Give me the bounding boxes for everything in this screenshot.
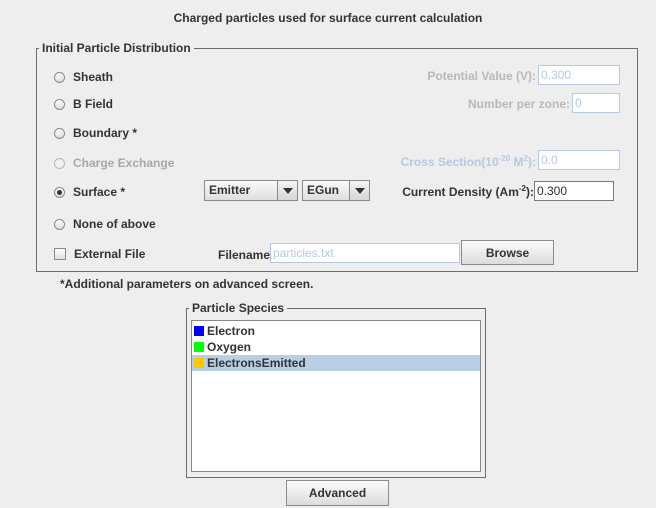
emitter-combo[interactable]: Emitter (204, 180, 298, 201)
radio-button-icon (54, 218, 65, 230)
radio-button-icon (54, 71, 65, 83)
radio-button-icon (54, 127, 65, 139)
radio-boundary[interactable]: Boundary * (54, 125, 137, 141)
filename-label: Filename: (218, 248, 275, 262)
emitter-combo-value: Emitter (209, 183, 251, 197)
radio-b-field-label: B Field (73, 97, 114, 111)
initial-particle-distribution-legend: Initial Particle Distribution (42, 41, 191, 55)
color-swatch (194, 326, 204, 336)
advanced-button[interactable]: Advanced (286, 480, 389, 506)
list-item-electrons-emitted[interactable]: ElectronsEmitted (192, 355, 480, 371)
browse-button[interactable]: Browse (461, 240, 554, 265)
radio-boundary-label: Boundary * (73, 126, 138, 140)
particle-species-list[interactable]: Electron Oxygen ElectronsEmitted (191, 320, 481, 472)
radio-b-field[interactable]: B Field (54, 96, 113, 112)
list-item-electron[interactable]: Electron (192, 323, 480, 339)
radio-sheath[interactable]: Sheath (54, 69, 113, 85)
potential-value-label: Potential Value (V): (427, 69, 536, 83)
advanced-note: *Additional parameters on advanced scree… (60, 277, 314, 291)
number-per-zone-field[interactable]: 0 (572, 93, 620, 113)
radio-charge-exchange-label: Charge Exchange (73, 156, 175, 170)
potential-value-field[interactable]: 0.300 (538, 65, 620, 85)
cross-section-label: Cross Section(10-20 M2): (400, 154, 536, 170)
radio-button-icon (54, 157, 65, 169)
color-swatch (194, 342, 204, 352)
cross-section-field[interactable]: 0.0 (538, 150, 620, 170)
particle-species-legend: Particle Species (192, 301, 285, 315)
chevron-down-icon (277, 181, 297, 200)
list-item-oxygen[interactable]: Oxygen (192, 339, 480, 355)
external-file-label: External File (74, 247, 146, 261)
color-swatch (194, 358, 204, 368)
radio-none-of-above-label: None of above (73, 217, 156, 231)
radio-surface[interactable]: Surface * (54, 184, 125, 200)
egun-combo[interactable]: EGun (302, 180, 370, 201)
radio-charge-exchange[interactable]: Charge Exchange (54, 155, 174, 171)
number-per-zone-label: Number per zone: (467, 97, 570, 111)
radio-button-selected-icon (54, 186, 65, 198)
egun-combo-value: EGun (307, 183, 339, 197)
list-item-label: Oxygen (207, 340, 252, 354)
radio-surface-label: Surface * (73, 185, 126, 199)
current-density-field[interactable]: 0.300 (534, 181, 614, 201)
list-item-label: ElectronsEmitted (207, 356, 306, 370)
radio-none-of-above[interactable]: None of above (54, 216, 156, 232)
radio-sheath-label: Sheath (73, 70, 114, 84)
filename-field[interactable]: particles.txt (270, 243, 460, 263)
external-file-checkbox[interactable]: External File (54, 246, 145, 262)
list-item-label: Electron (207, 324, 256, 338)
chevron-down-icon (349, 181, 369, 200)
checkbox-icon (54, 248, 66, 260)
radio-button-icon (54, 98, 65, 110)
current-density-label: Current Density (Am-2): (402, 184, 534, 200)
dialog-title: Charged particles used for surface curre… (173, 11, 483, 25)
